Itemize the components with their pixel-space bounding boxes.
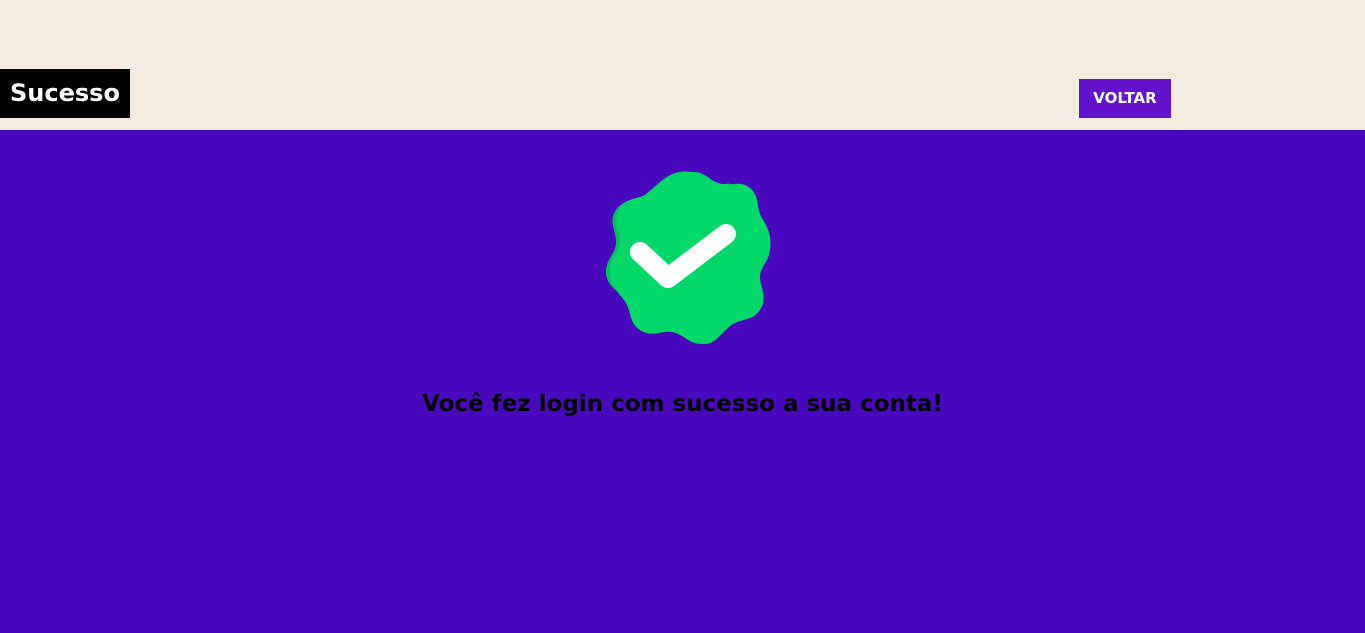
success-message: Você fez login com sucesso a sua conta! [422,391,943,417]
page-title: Sucesso [0,69,130,118]
main-content: Você fez login com sucesso a sua conta! [0,130,1365,633]
back-button[interactable]: VOLTAR [1079,79,1171,118]
header-bar: Sucesso VOLTAR [0,0,1365,130]
verified-check-badge-icon [606,171,771,344]
